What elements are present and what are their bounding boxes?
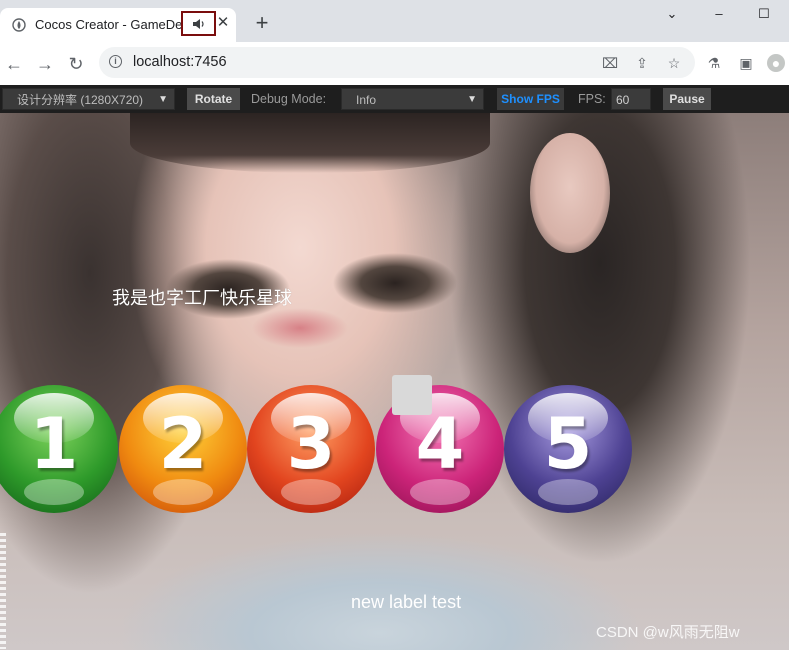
star-icon[interactable]: ☆	[666, 55, 682, 71]
reload-icon[interactable]: ↻	[66, 54, 86, 74]
headline-label: 我是也字工厂快乐星球	[112, 288, 292, 308]
resolution-select[interactable]: 设计分辨率 (1280X720) ▼	[2, 88, 175, 110]
speaker-icon	[193, 19, 204, 29]
tab-search-icon[interactable]: ⌄	[662, 6, 682, 24]
forward-icon[interactable]: →	[35, 54, 55, 74]
translate-icon[interactable]: ⌧	[602, 55, 618, 71]
ball-number: 1	[29, 403, 79, 485]
show-fps-button[interactable]: Show FPS	[497, 88, 564, 110]
url-text[interactable]: localhost:7456	[133, 54, 227, 70]
debug-mode-value: Info	[356, 93, 377, 107]
minimize-icon[interactable]: –	[709, 6, 729, 24]
tab-close-icon[interactable]: ✕	[216, 15, 230, 30]
resolution-select-value: 设计分辨率 (1280X720)	[17, 93, 144, 107]
game-canvas[interactable]: 我是也字工厂快乐星球 1 2 3 4 5 new label test CSDN…	[0, 113, 789, 650]
sidepanel-icon[interactable]: ▣	[737, 54, 755, 72]
debug-mode-select[interactable]: Info ▼	[341, 88, 484, 110]
gray-sprite[interactable]	[392, 375, 432, 415]
debug-stats-strip	[0, 533, 6, 649]
cocos-favicon-icon	[12, 18, 26, 32]
ball-number: 3	[286, 403, 336, 485]
extensions-icon[interactable]: ⚗	[705, 54, 723, 72]
back-icon[interactable]: ←	[4, 54, 24, 74]
browser-tab[interactable]: Cocos Creator - GameDe ✕	[0, 8, 236, 42]
pause-button[interactable]: Pause	[663, 88, 711, 110]
chevron-down-icon: ▼	[467, 94, 477, 105]
address-bar[interactable]: i localhost:7456 ⌧ ⇪ ☆	[99, 47, 695, 78]
ball-number: 5	[543, 403, 593, 485]
background-image-ear	[530, 133, 610, 253]
new-tab-button[interactable]: +	[252, 12, 272, 34]
ball-5[interactable]: 5	[504, 385, 632, 513]
ball-1[interactable]: 1	[0, 385, 118, 513]
cocos-preview-toolbar: 设计分辨率 (1280X720) ▼ Rotate Debug Mode: In…	[0, 85, 789, 113]
tab-strip: Cocos Creator - GameDe ✕ + ⌄ – ☐	[0, 0, 789, 42]
browser-toolbar: ← → ↻ i localhost:7456 ⌧ ⇪ ☆ ⚗ ▣ ●	[0, 42, 789, 85]
ball-number: 2	[158, 403, 208, 485]
fps-label: FPS:	[578, 92, 606, 106]
new-label-test: new label test	[351, 592, 462, 612]
chevron-down-icon: ▼	[158, 94, 168, 105]
share-icon[interactable]: ⇪	[634, 55, 650, 71]
maximize-icon[interactable]: ☐	[754, 6, 774, 24]
tab-title: Cocos Creator - GameDe	[35, 17, 183, 32]
background-image-hair	[130, 113, 490, 173]
ball-3[interactable]: 3	[247, 385, 375, 513]
rotate-button[interactable]: Rotate	[187, 88, 240, 110]
ball-2[interactable]: 2	[119, 385, 247, 513]
info-icon[interactable]: i	[109, 55, 122, 68]
tab-audio-button[interactable]	[181, 11, 216, 36]
profile-icon[interactable]: ●	[767, 54, 785, 72]
csdn-watermark: CSDN @w风雨无阻w	[596, 624, 740, 641]
fps-input[interactable]: 60	[611, 88, 651, 110]
debug-mode-label: Debug Mode:	[251, 92, 327, 106]
ball-number: 4	[415, 403, 465, 485]
